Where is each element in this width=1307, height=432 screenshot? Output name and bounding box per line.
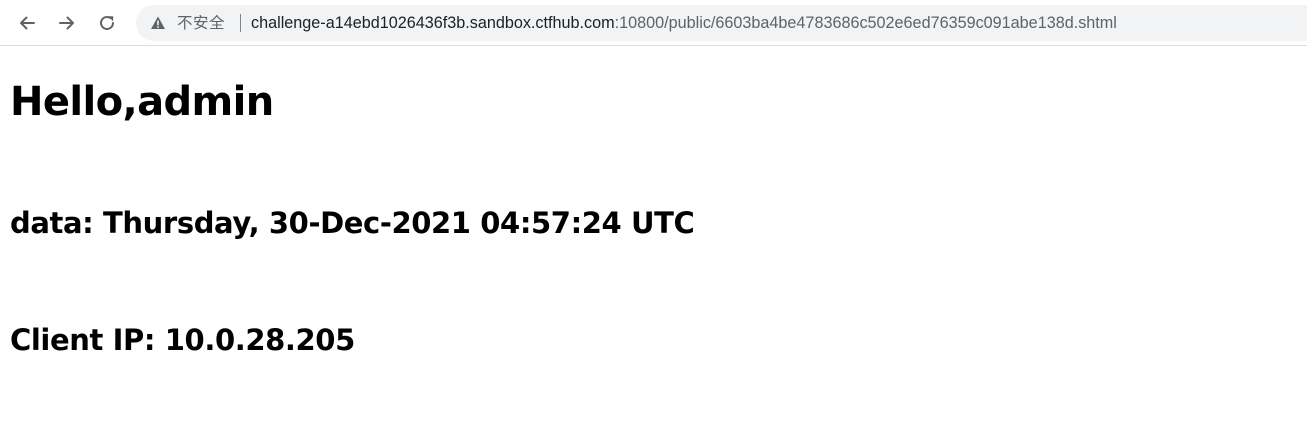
reload-icon: [100, 15, 114, 30]
greeting-heading: Hello,admin: [10, 79, 274, 125]
url-text[interactable]: challenge-a14ebd1026436f3b.sandbox.ctfhu…: [251, 13, 1117, 33]
client-ip-heading: Client IP: 10.0.28.205: [10, 323, 355, 357]
address-bar[interactable]: 不安全 challenge-a14ebd1026436f3b.sandbox.c…: [136, 5, 1307, 41]
address-separator: [240, 14, 241, 32]
browser-toolbar: 不安全 challenge-a14ebd1026436f3b.sandbox.c…: [0, 0, 1307, 46]
url-path: :10800/public/6603ba4be4783686c502e6ed76…: [614, 14, 1117, 32]
date-heading: data: Thursday, 30-Dec-2021 04:57:24 UTC: [10, 206, 695, 240]
forward-button[interactable]: [51, 7, 83, 39]
warning-triangle-icon[interactable]: [150, 15, 166, 31]
back-button[interactable]: [11, 7, 43, 39]
reload-button[interactable]: [91, 7, 123, 39]
not-secure-label[interactable]: 不安全: [177, 13, 225, 33]
url-host: challenge-a14ebd1026436f3b.sandbox.ctfhu…: [251, 14, 615, 32]
back-arrow-icon: [20, 16, 35, 30]
forward-arrow-icon: [59, 16, 74, 30]
